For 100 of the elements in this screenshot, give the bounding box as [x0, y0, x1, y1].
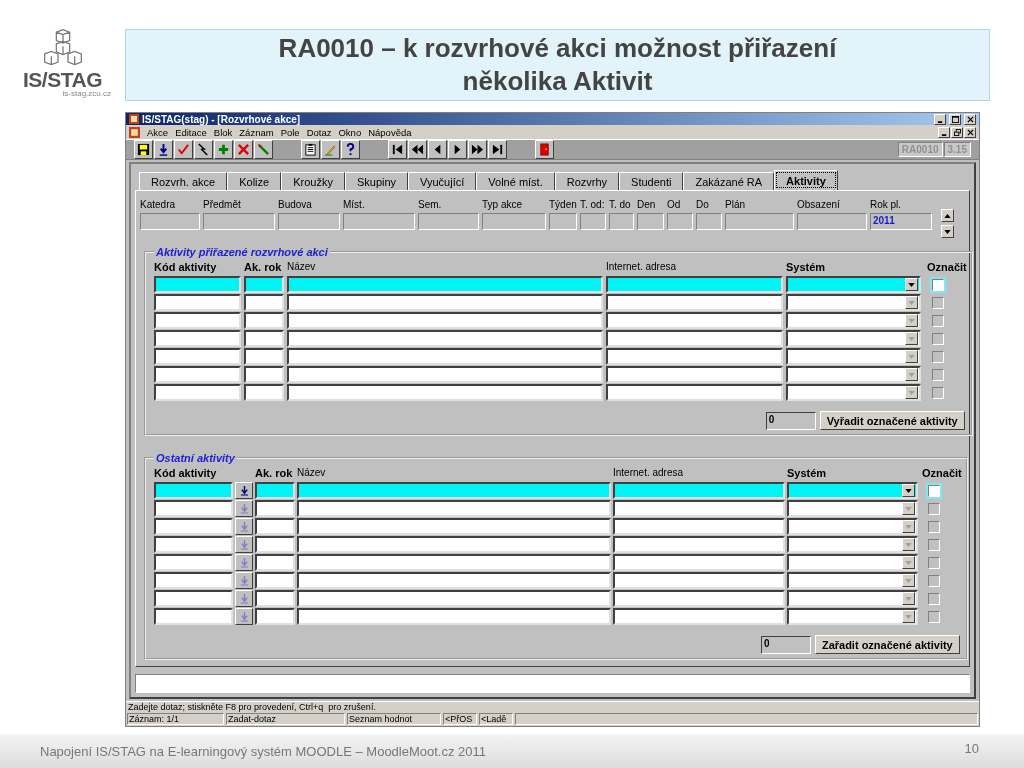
checkbox[interactable] — [928, 574, 940, 587]
system-dropdown[interactable] — [786, 348, 921, 366]
code-field[interactable] — [154, 590, 233, 608]
address-field[interactable] — [606, 294, 783, 312]
name-field[interactable] — [287, 348, 603, 366]
checkbox[interactable] — [928, 556, 940, 569]
name-field[interactable] — [297, 536, 611, 554]
action-button[interactable]: Zařadit označené aktivity — [814, 635, 960, 655]
system-dropdown[interactable] — [787, 518, 918, 536]
minimize-button[interactable] — [938, 126, 950, 138]
tab[interactable]: Kroužky — [281, 172, 345, 191]
tab[interactable]: Aktivity — [774, 170, 838, 191]
system-dropdown[interactable] — [787, 590, 918, 608]
checkbox[interactable] — [932, 314, 944, 327]
insert-button[interactable] — [214, 140, 233, 160]
list-button[interactable] — [235, 500, 253, 518]
clipboard-button[interactable] — [301, 140, 320, 160]
address-field[interactable] — [606, 366, 783, 384]
maximize-button[interactable] — [949, 113, 961, 125]
next-page-button[interactable] — [468, 140, 487, 160]
code-field[interactable] — [154, 554, 233, 572]
year-field[interactable] — [244, 294, 284, 312]
checkbox[interactable] — [928, 484, 940, 497]
restore-button[interactable] — [951, 126, 963, 138]
name-field[interactable] — [287, 366, 603, 384]
system-dropdown[interactable] — [787, 572, 918, 590]
form-field[interactable] — [278, 213, 340, 231]
tab[interactable]: Skupiny — [344, 172, 409, 191]
address-field[interactable] — [613, 608, 785, 626]
tab[interactable]: Kolize — [227, 172, 282, 191]
system-dropdown[interactable] — [787, 608, 918, 626]
form-field[interactable] — [667, 213, 693, 231]
menu-item[interactable]: Okno — [338, 126, 362, 138]
year-field[interactable] — [255, 590, 295, 608]
save-button[interactable] — [134, 140, 153, 160]
form-field[interactable] — [797, 213, 867, 231]
list-button[interactable] — [235, 536, 253, 554]
form-field[interactable] — [482, 213, 546, 231]
tab[interactable]: Rozvrh. akce — [139, 172, 228, 191]
code-field[interactable] — [154, 276, 241, 294]
address-field[interactable] — [606, 384, 783, 402]
exit-button[interactable] — [535, 140, 554, 160]
code-field[interactable] — [154, 572, 233, 590]
delete-button[interactable] — [234, 140, 253, 160]
minimize-button[interactable] — [934, 113, 946, 125]
list-button[interactable] — [235, 608, 253, 626]
first-button[interactable] — [388, 140, 407, 160]
download-button[interactable] — [154, 140, 173, 160]
code-field[interactable] — [154, 294, 241, 312]
list-button[interactable] — [235, 482, 253, 500]
checkbox[interactable] — [928, 520, 940, 533]
code-field[interactable] — [154, 518, 233, 536]
code-field[interactable] — [154, 608, 233, 626]
name-field[interactable] — [297, 482, 611, 500]
form-field[interactable] — [140, 213, 200, 231]
pointer-button[interactable] — [194, 140, 213, 160]
menu-item[interactable]: Editace — [175, 126, 207, 138]
tab[interactable]: Studenti — [619, 172, 684, 191]
name-field[interactable] — [287, 294, 603, 312]
system-dropdown[interactable] — [787, 554, 918, 572]
list-button[interactable] — [235, 554, 253, 572]
system-dropdown[interactable] — [787, 536, 918, 554]
previous-button[interactable] — [428, 140, 447, 160]
menu-item[interactable]: Blok — [213, 126, 233, 138]
year-field[interactable] — [255, 482, 295, 500]
year-field[interactable] — [255, 554, 295, 572]
name-field[interactable] — [297, 590, 611, 608]
form-field[interactable] — [609, 213, 634, 231]
close-button[interactable] — [964, 113, 976, 125]
system-dropdown[interactable] — [787, 482, 918, 500]
system-dropdown[interactable] — [786, 384, 921, 402]
checkbox[interactable] — [928, 502, 940, 515]
form-field[interactable] — [343, 213, 415, 231]
checkbox[interactable] — [928, 610, 940, 623]
form-field[interactable] — [637, 213, 664, 231]
system-dropdown[interactable] — [786, 276, 921, 294]
scroll-down-button[interactable] — [941, 225, 954, 239]
name-field[interactable] — [287, 384, 603, 402]
tab[interactable]: Zakázané RA — [683, 172, 775, 191]
code-field[interactable] — [154, 330, 241, 348]
address-field[interactable] — [606, 276, 783, 294]
address-field[interactable] — [613, 482, 785, 500]
tab[interactable]: Volné míst. — [476, 172, 555, 191]
form-field[interactable] — [549, 213, 577, 231]
action-button[interactable]: Vyřadit označené aktivity — [819, 411, 965, 431]
next-button[interactable] — [448, 140, 467, 160]
name-field[interactable] — [297, 572, 611, 590]
checkbox[interactable] — [928, 538, 940, 551]
previous-page-button[interactable] — [408, 140, 427, 160]
scroll-up-button[interactable] — [941, 209, 954, 223]
name-field[interactable] — [297, 518, 611, 536]
form-field[interactable]: 2011 — [870, 213, 932, 231]
form-field[interactable] — [696, 213, 722, 231]
help-button[interactable] — [341, 140, 360, 160]
address-field[interactable] — [606, 348, 783, 366]
form-field[interactable] — [580, 213, 606, 231]
code-field[interactable] — [154, 312, 241, 330]
year-field[interactable] — [244, 276, 284, 294]
code-field[interactable] — [154, 500, 233, 518]
name-field[interactable] — [287, 312, 603, 330]
